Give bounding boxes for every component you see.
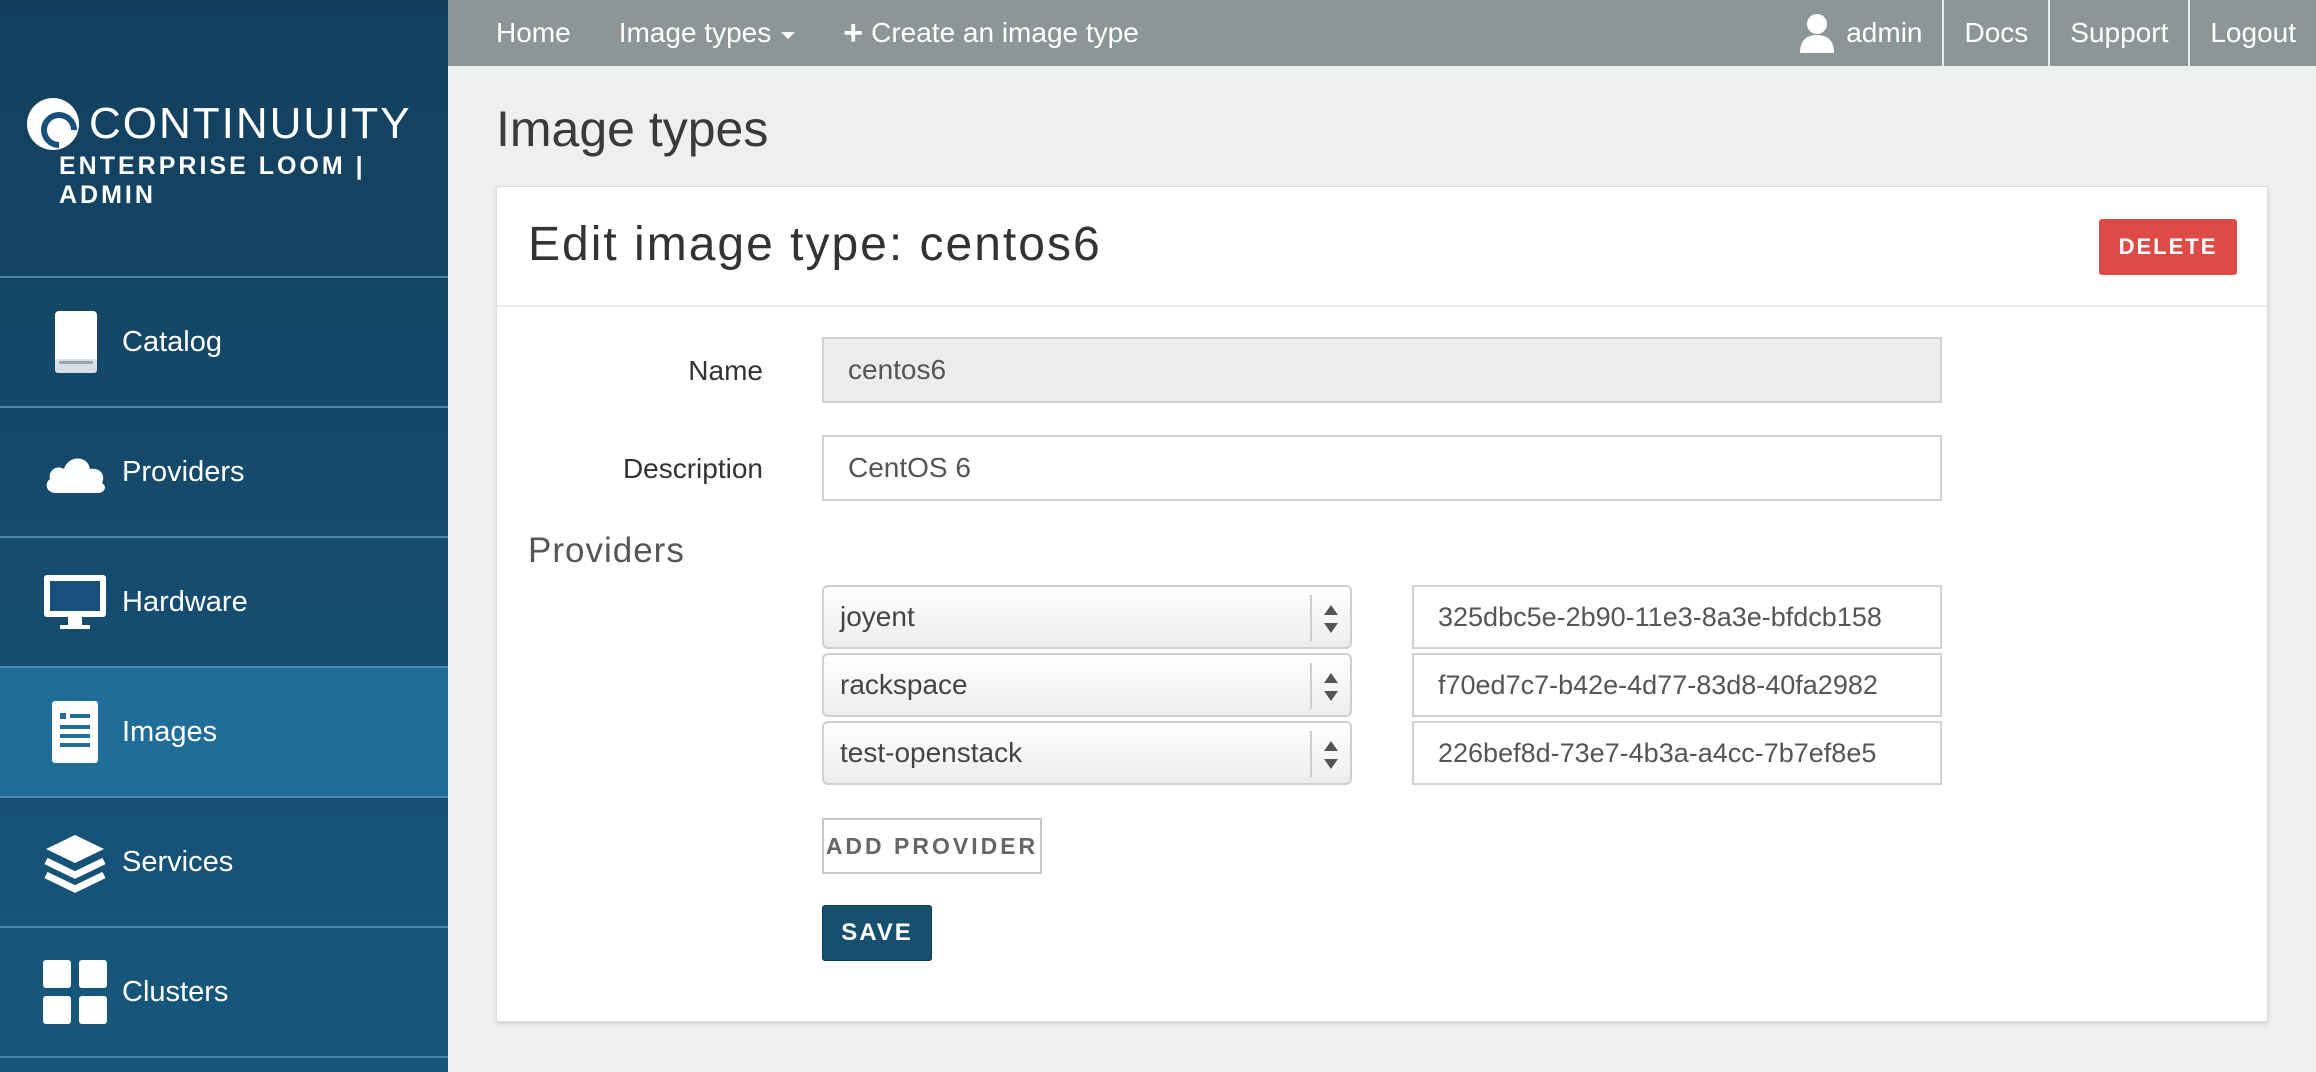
select-arrows-icon [1324, 605, 1338, 633]
sidebar-item-label: Hardware [122, 585, 248, 618]
name-field[interactable]: centos6 [822, 337, 1942, 403]
monitor-icon [40, 567, 110, 637]
provider-select-value: test-openstack [840, 737, 1023, 768]
edit-image-type-card: Edit image type: centos6 DELETE Name cen… [496, 186, 2268, 1022]
document-icon [40, 697, 110, 767]
brand-subtitle: ENTERPRISE LOOM | ADMIN [59, 152, 366, 209]
providers-heading: Providers [528, 531, 685, 570]
sidebar-item-clusters[interactable]: Clusters [0, 928, 448, 1058]
sidebar-item-label: Catalog [122, 325, 222, 358]
nav-create-label: Create an image type [871, 17, 1139, 48]
image-id-field[interactable]: f70ed7c7-b42e-4d77-83d8-40fa2982 [1412, 653, 1942, 717]
save-button[interactable]: SAVE [822, 905, 932, 961]
image-id-field[interactable]: 226bef8d-73e7-4b3a-a4cc-7b7ef8e5 [1412, 721, 1942, 785]
sidebar-nav: Catalog Providers Hardware Images Servic… [0, 278, 448, 1058]
nav-create-image-type-link[interactable]: + Create an image type [843, 14, 1139, 52]
card-title: Edit image type: centos6 [528, 218, 1102, 271]
provider-select[interactable]: joyent [822, 585, 1352, 649]
layers-icon [40, 827, 110, 897]
select-divider [1310, 731, 1312, 777]
provider-select-value: rackspace [840, 669, 968, 700]
sidebar-item-services[interactable]: Services [0, 798, 448, 928]
user-menu[interactable]: admin [1780, 0, 1942, 66]
grid-icon [40, 957, 110, 1027]
name-label: Name [688, 355, 763, 386]
sidebar-item-label: Services [122, 845, 234, 878]
sidebar-item-label: Providers [122, 455, 245, 488]
select-divider [1310, 663, 1312, 709]
nav-image-types-dropdown[interactable]: Image types [619, 17, 796, 49]
top-nav-bar: Home Image types + Create an image type … [448, 0, 2316, 66]
provider-select[interactable]: rackspace [822, 653, 1352, 717]
nav-home-link[interactable]: Home [496, 17, 571, 49]
sidebar-item-label: Clusters [122, 975, 229, 1008]
image-id-field[interactable]: 325dbc5e-2b90-11e3-8a3e-bfdcb158 [1412, 585, 1942, 649]
brand: CONTINUUITY ENTERPRISE LOOM | ADMIN [0, 0, 448, 278]
top-nav-left: Home Image types + Create an image type [448, 0, 1139, 66]
description-label: Description [622, 453, 763, 484]
sidebar-item-label: Images [122, 715, 218, 748]
select-divider [1310, 595, 1312, 641]
nav-image-types-label: Image types [618, 17, 772, 48]
add-provider-button[interactable]: ADD PROVIDER [822, 818, 1042, 874]
sidebar-item-providers[interactable]: Providers [0, 408, 448, 538]
nav-logout-link[interactable]: Logout [2188, 0, 2316, 66]
page-title: Image types [496, 101, 769, 157]
description-field[interactable]: CentOS 6 [822, 435, 1942, 501]
brand-logo[interactable]: CONTINUUITY [27, 98, 412, 150]
brand-name: CONTINUUITY [89, 99, 412, 148]
user-name: admin [1846, 17, 1923, 48]
card-header: Edit image type: centos6 DELETE [497, 187, 2267, 307]
chevron-down-icon [781, 31, 796, 39]
select-arrows-icon [1324, 741, 1338, 769]
sidebar-item-hardware[interactable]: Hardware [0, 538, 448, 668]
select-arrows-icon [1324, 673, 1338, 701]
user-icon [1800, 13, 1835, 53]
provider-select[interactable]: test-openstack [822, 721, 1352, 785]
top-nav-right: admin Docs Support Logout [1780, 0, 2316, 66]
continuuity-logo-icon [27, 98, 79, 150]
plus-icon: + [843, 14, 864, 52]
nav-support-link[interactable]: Support [2048, 0, 2188, 66]
cloud-icon [40, 437, 110, 507]
provider-select-value: joyent [840, 601, 915, 632]
delete-button[interactable]: DELETE [2099, 219, 2237, 275]
nav-docs-link[interactable]: Docs [1942, 0, 2048, 66]
sidebar: CONTINUUITY ENTERPRISE LOOM | ADMIN Cata… [0, 0, 448, 1072]
book-icon [40, 307, 110, 377]
sidebar-item-catalog[interactable]: Catalog [0, 278, 448, 408]
sidebar-item-images[interactable]: Images [0, 668, 448, 798]
